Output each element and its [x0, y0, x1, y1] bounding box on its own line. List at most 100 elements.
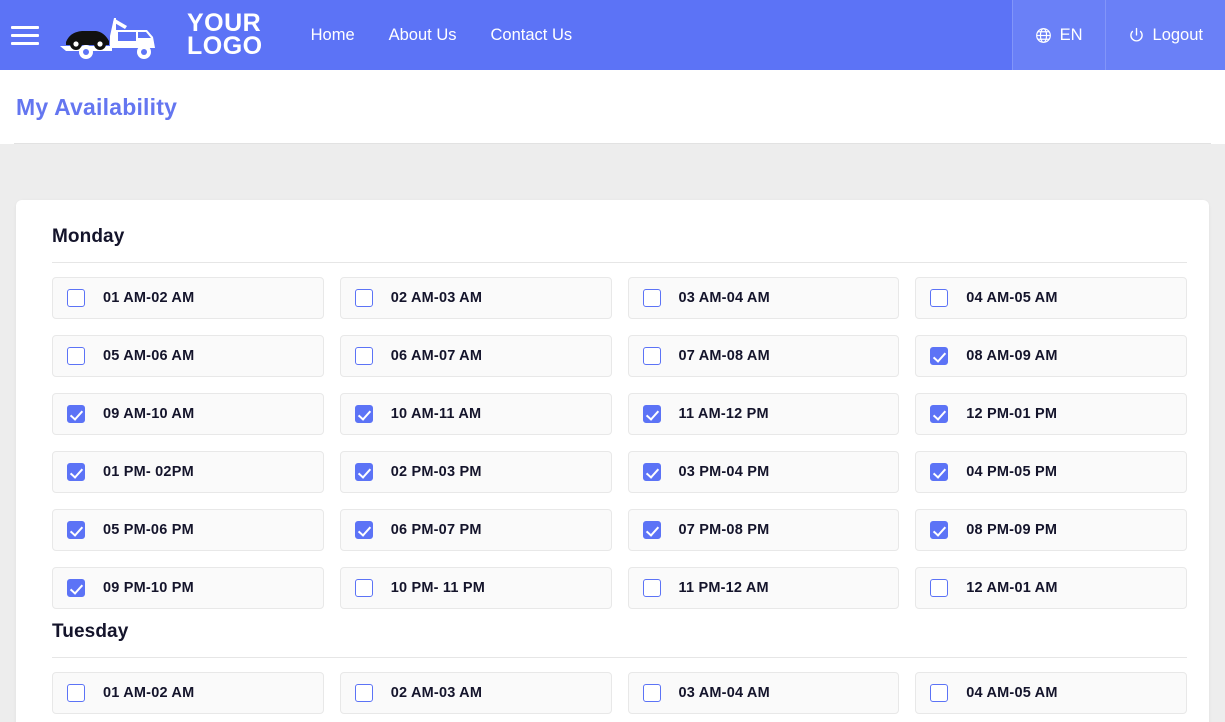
navbar-links: Home About Us Contact Us — [311, 0, 573, 70]
checkbox-unchecked-icon[interactable] — [642, 289, 661, 307]
hamburger-bar — [11, 33, 39, 37]
time-slot[interactable]: 04 AM-05 AM — [915, 277, 1187, 319]
checkbox-checked-icon[interactable] — [67, 463, 85, 481]
time-slot-label: 10 PM- 11 PM — [390, 580, 486, 596]
time-slot-label: 08 PM-09 PM — [966, 522, 1058, 538]
checkbox-unchecked-icon[interactable] — [67, 289, 85, 307]
time-slot[interactable]: 07 PM-08 PM — [627, 509, 900, 551]
language-selector[interactable]: EN — [1011, 0, 1105, 70]
time-slot-label: 07 PM-08 PM — [678, 522, 770, 538]
checkbox-checked-icon[interactable] — [642, 405, 661, 423]
time-slot[interactable]: 10 PM- 11 PM — [339, 567, 612, 609]
time-slot[interactable]: 05 AM-06 AM — [52, 335, 324, 377]
time-slot-label: 08 AM-09 AM — [966, 348, 1058, 364]
time-slot-label: 09 AM-10 AM — [103, 406, 195, 422]
time-slot[interactable]: 11 PM-12 AM — [627, 567, 900, 609]
time-slot[interactable]: 09 PM-10 PM — [52, 567, 324, 609]
time-slot[interactable]: 11 AM-12 PM — [627, 393, 900, 435]
time-slot-label: 10 AM-11 AM — [390, 406, 482, 422]
checkbox-unchecked-icon[interactable] — [930, 684, 949, 702]
checkbox-unchecked-icon[interactable] — [67, 684, 85, 702]
time-slot-label: 05 PM-06 PM — [103, 522, 194, 538]
logout-button[interactable]: Logout — [1104, 0, 1225, 70]
time-slot[interactable]: 07 AM-08 AM — [627, 335, 900, 377]
checkbox-checked-icon[interactable] — [67, 405, 85, 423]
checkbox-unchecked-icon[interactable] — [642, 347, 661, 365]
checkbox-checked-icon[interactable] — [67, 579, 85, 597]
nav-link-about-us[interactable]: About Us — [389, 26, 457, 45]
time-slot-label: 01 AM-02 AM — [103, 685, 195, 701]
checkbox-checked-icon[interactable] — [354, 521, 373, 539]
checkbox-unchecked-icon[interactable] — [642, 684, 661, 702]
time-slot-label: 04 AM-05 AM — [966, 290, 1058, 306]
time-slot-label: 09 PM-10 PM — [103, 580, 194, 596]
day-block: Monday 01 AM-02 AM 02 AM-03 AM 03 AM-04 AM 0… — [38, 222, 1187, 609]
checkbox-unchecked-icon[interactable] — [354, 684, 373, 702]
time-slot[interactable]: 02 AM-03 AM — [339, 672, 612, 714]
day-title: Tuesday — [52, 621, 129, 642]
checkbox-checked-icon[interactable] — [930, 521, 949, 539]
time-slot[interactable]: 01 AM-02 AM — [52, 672, 324, 714]
time-slot-label: 03 AM-04 AM — [678, 290, 770, 306]
time-slot[interactable]: 06 AM-07 AM — [339, 335, 612, 377]
day-divider — [52, 262, 1187, 263]
time-slot[interactable]: 01 PM- 02PM — [52, 451, 324, 493]
time-slot[interactable]: 04 PM-05 PM — [915, 451, 1187, 493]
time-slot[interactable]: 05 PM-06 PM — [52, 509, 324, 551]
checkbox-checked-icon[interactable] — [930, 347, 949, 365]
nav-link-home[interactable]: Home — [311, 26, 355, 45]
checkbox-unchecked-icon[interactable] — [642, 579, 661, 597]
checkbox-checked-icon[interactable] — [642, 521, 661, 539]
checkbox-unchecked-icon[interactable] — [354, 579, 373, 597]
hamburger-bar — [11, 25, 39, 29]
time-slot-label: 11 AM-12 PM — [678, 406, 769, 422]
time-slot-grid: 01 AM-02 AM 02 AM-03 AM 03 AM-04 AM 04 AM-0… — [38, 277, 1187, 609]
time-slot[interactable]: 02 AM-03 AM — [339, 277, 612, 319]
checkbox-unchecked-icon[interactable] — [67, 347, 85, 365]
checkbox-checked-icon[interactable] — [354, 405, 373, 423]
logo-text: YOUR LOGO — [187, 11, 263, 59]
days-container: Monday 01 AM-02 AM 02 AM-03 AM 03 AM-04 AM 0… — [38, 222, 1187, 714]
time-slot[interactable]: 12 AM-01 AM — [915, 567, 1187, 609]
time-slot[interactable]: 04 AM-05 AM — [915, 672, 1187, 714]
time-slot-label: 02 PM-03 PM — [390, 464, 482, 480]
time-slot[interactable]: 01 AM-02 AM — [52, 277, 324, 319]
time-slot-label: 01 PM- 02PM — [103, 464, 194, 480]
checkbox-checked-icon[interactable] — [67, 521, 85, 539]
time-slot[interactable]: 03 AM-04 AM — [627, 277, 900, 319]
header-spacer — [0, 144, 1225, 200]
checkbox-unchecked-icon[interactable] — [354, 289, 373, 307]
time-slot[interactable]: 03 AM-04 AM — [627, 672, 900, 714]
tow-truck-icon — [60, 18, 155, 59]
time-slot[interactable]: 09 AM-10 AM — [52, 393, 324, 435]
time-slot-label: 03 PM-04 PM — [678, 464, 770, 480]
checkbox-checked-icon[interactable] — [930, 405, 949, 423]
brand-logo[interactable]: YOUR LOGO — [52, 10, 263, 60]
time-slot-label: 06 PM-07 PM — [390, 522, 482, 538]
main-content: Monday 01 AM-02 AM 02 AM-03 AM 03 AM-04 AM 0… — [0, 200, 1225, 722]
checkbox-unchecked-icon[interactable] — [930, 289, 949, 307]
language-label: EN — [1059, 25, 1083, 44]
hamburger-menu-icon[interactable] — [8, 22, 42, 48]
time-slot[interactable]: 10 AM-11 AM — [339, 393, 612, 435]
time-slot[interactable]: 12 PM-01 PM — [915, 393, 1187, 435]
time-slot-label: 03 AM-04 AM — [678, 685, 770, 701]
time-slot[interactable]: 08 AM-09 AM — [915, 335, 1187, 377]
time-slot[interactable]: 03 PM-04 PM — [627, 451, 900, 493]
time-slot-grid: 01 AM-02 AM 02 AM-03 AM 03 AM-04 AM 04 AM-0… — [38, 672, 1187, 714]
checkbox-checked-icon[interactable] — [930, 463, 949, 481]
time-slot-label: 04 AM-05 AM — [966, 685, 1058, 701]
checkbox-checked-icon[interactable] — [642, 463, 661, 481]
checkbox-unchecked-icon[interactable] — [930, 579, 949, 597]
time-slot-label: 06 AM-07 AM — [390, 348, 483, 364]
time-slot[interactable]: 02 PM-03 PM — [339, 451, 612, 493]
navbar-right: EN Logout — [1011, 0, 1225, 70]
day-title: Monday — [52, 226, 125, 247]
time-slot-label: 01 AM-02 AM — [103, 290, 195, 306]
time-slot[interactable]: 06 PM-07 PM — [339, 509, 612, 551]
logout-label: Logout — [1152, 25, 1203, 44]
checkbox-checked-icon[interactable] — [354, 463, 373, 481]
checkbox-unchecked-icon[interactable] — [354, 347, 373, 365]
time-slot[interactable]: 08 PM-09 PM — [915, 509, 1187, 551]
nav-link-contact-us[interactable]: Contact Us — [491, 26, 573, 45]
